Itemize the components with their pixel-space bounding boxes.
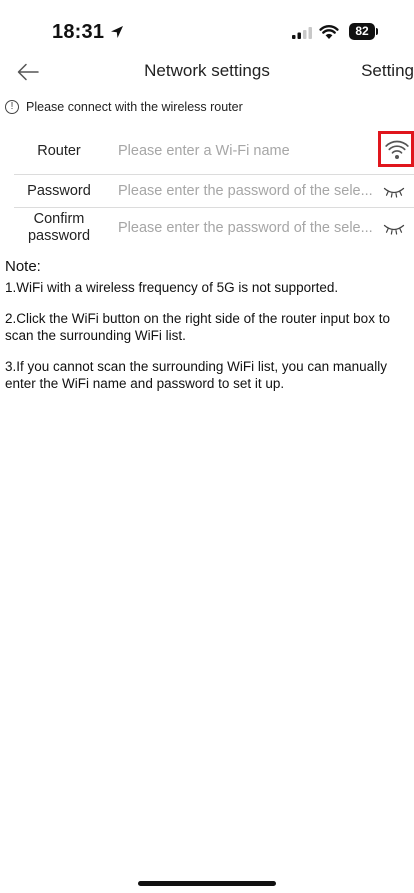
cellular-signal-icon [292, 27, 312, 39]
network-settings-screen: 18:31 82 Network settings Setting ! Plea… [0, 0, 414, 893]
password-input[interactable] [118, 183, 380, 199]
exclamation-circle-icon: ! [5, 100, 19, 114]
password-row: Password [0, 175, 414, 207]
home-indicator[interactable] [138, 881, 276, 886]
page-title: Network settings [144, 61, 270, 80]
notes-title: Note: [5, 258, 41, 275]
password-label: Password [27, 183, 91, 199]
router-input[interactable] [118, 143, 368, 159]
status-time: 18:31 [52, 21, 105, 43]
battery-level: 82 [349, 23, 375, 40]
note-item: 2.Click the WiFi button on the right sid… [5, 311, 390, 343]
notes-section: Note: 1.WiFi with a wireless frequency o… [5, 258, 409, 406]
location-arrow-icon [111, 26, 123, 38]
confirm-password-input[interactable] [118, 220, 380, 236]
wifi-icon [385, 140, 409, 159]
closed-eye-icon[interactable] [383, 186, 405, 198]
connection-notice: ! Please connect with the wireless route… [0, 97, 414, 121]
navigation-bar: Network settings Setting [0, 52, 414, 92]
note-item: 1.WiFi with a wireless frequency of 5G i… [5, 280, 339, 295]
note-item: 3.If you cannot scan the surrounding WiF… [5, 359, 387, 391]
closed-eye-icon[interactable] [383, 223, 405, 235]
notice-text: Please connect with the wireless router [26, 100, 243, 114]
battery-indicator: 82 [349, 23, 379, 41]
setting-button[interactable]: Setting [361, 61, 414, 81]
confirm-password-row: Confirm password [0, 208, 414, 248]
wifi-status-icon [319, 25, 339, 39]
router-row: Router [0, 131, 414, 173]
wifi-scan-button[interactable] [378, 131, 414, 167]
status-bar: 18:31 82 [0, 0, 414, 56]
confirm-password-label: Confirm password [27, 211, 91, 244]
router-label: Router [37, 143, 81, 159]
battery-tip [376, 28, 378, 35]
